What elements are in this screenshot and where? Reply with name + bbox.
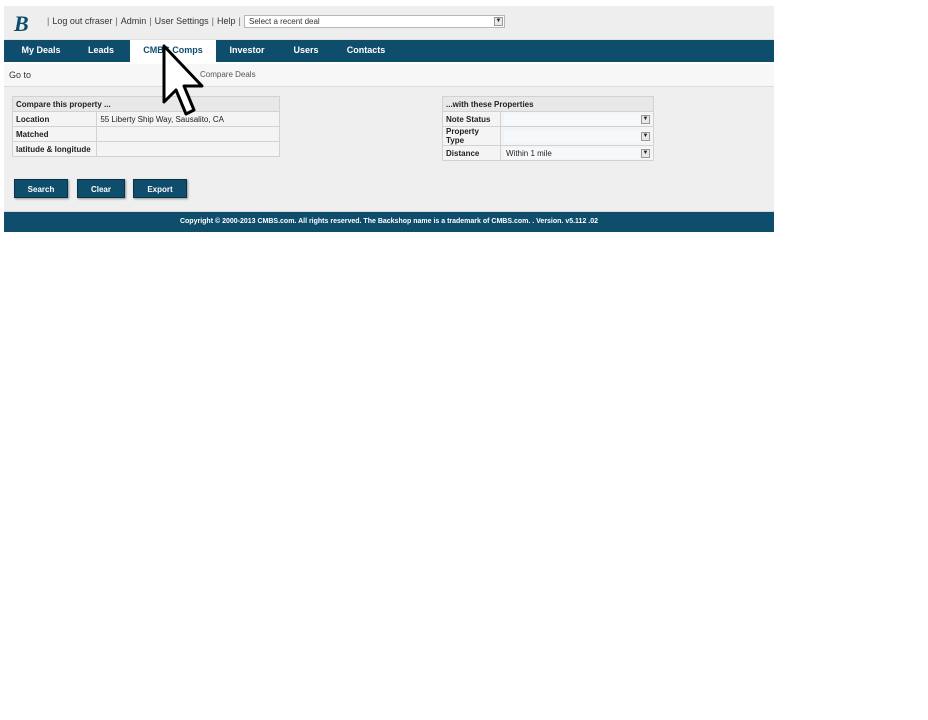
help-link[interactable]: Help: [217, 16, 236, 26]
chevron-down-icon[interactable]: ▼: [494, 17, 503, 26]
with-properties-table: ...with these Properties Note Status ▼ P…: [442, 96, 654, 161]
user-settings-link[interactable]: User Settings: [155, 16, 209, 26]
location-label: Location: [11, 111, 98, 127]
admin-link[interactable]: Admin: [121, 16, 147, 26]
matched-value: [96, 126, 280, 142]
compare-property-table: Compare this property ... Location 55 Li…: [11, 96, 280, 157]
mouse-pointer-icon: [162, 44, 204, 116]
lat-long-label: latitude & longitude: [11, 141, 98, 157]
sub-nav: Go to Compare Deals: [4, 62, 774, 87]
tab-users[interactable]: Users: [286, 40, 326, 62]
distance-value: Within 1 mile: [506, 148, 552, 158]
matched-label: Matched: [11, 126, 98, 142]
lat-long-value: [96, 141, 280, 157]
app-window: B | Log out cfraser | Admin | User Settings | H…: [4, 6, 774, 232]
tab-my-deals[interactable]: My Deals: [12, 40, 70, 62]
compare-panel: Compare this property ... Location 55 Li…: [4, 87, 774, 212]
recent-deal-placeholder: Select a recent deal: [249, 17, 320, 26]
property-type-select[interactable]: ▼: [504, 130, 650, 142]
property-type-label: Property Type: [442, 126, 501, 146]
chevron-down-icon[interactable]: ▼: [641, 131, 650, 141]
note-status-select[interactable]: ▼: [504, 113, 650, 125]
note-status-label: Note Status: [442, 111, 501, 127]
export-button[interactable]: Export: [133, 179, 187, 198]
distance-label: Distance: [442, 145, 501, 161]
with-properties-title: ...with these Properties: [442, 96, 654, 112]
chevron-down-icon[interactable]: ▼: [641, 148, 650, 158]
chevron-down-icon[interactable]: ▼: [641, 114, 650, 124]
compare-property-title: Compare this property ...: [12, 96, 280, 112]
goto-label: Go to: [9, 70, 32, 80]
subtab-compare-deals[interactable]: Compare Deals: [200, 70, 256, 79]
tab-leads[interactable]: Leads: [80, 40, 122, 62]
clear-button[interactable]: Clear: [77, 179, 125, 198]
recent-deal-select[interactable]: Select a recent deal ▼: [244, 15, 505, 28]
top-bar: B | Log out cfraser | Admin | User Settings | H…: [4, 6, 774, 40]
top-links: | Log out cfraser | Admin | User Settings | Hel…: [47, 16, 241, 26]
tab-investor[interactable]: Investor: [224, 40, 270, 62]
main-nav: My Deals Leads CMBS Comps Investor Users…: [4, 40, 774, 62]
logout-link[interactable]: Log out cfraser: [52, 16, 112, 26]
brand-logo[interactable]: B: [14, 11, 29, 37]
distance-select[interactable]: Within 1 mile ▼: [504, 147, 650, 159]
tab-contacts[interactable]: Contacts: [342, 40, 390, 62]
search-button[interactable]: Search: [14, 179, 68, 198]
footer: Copyright © 2000-2013 CMBS.com. All righ…: [4, 212, 774, 232]
